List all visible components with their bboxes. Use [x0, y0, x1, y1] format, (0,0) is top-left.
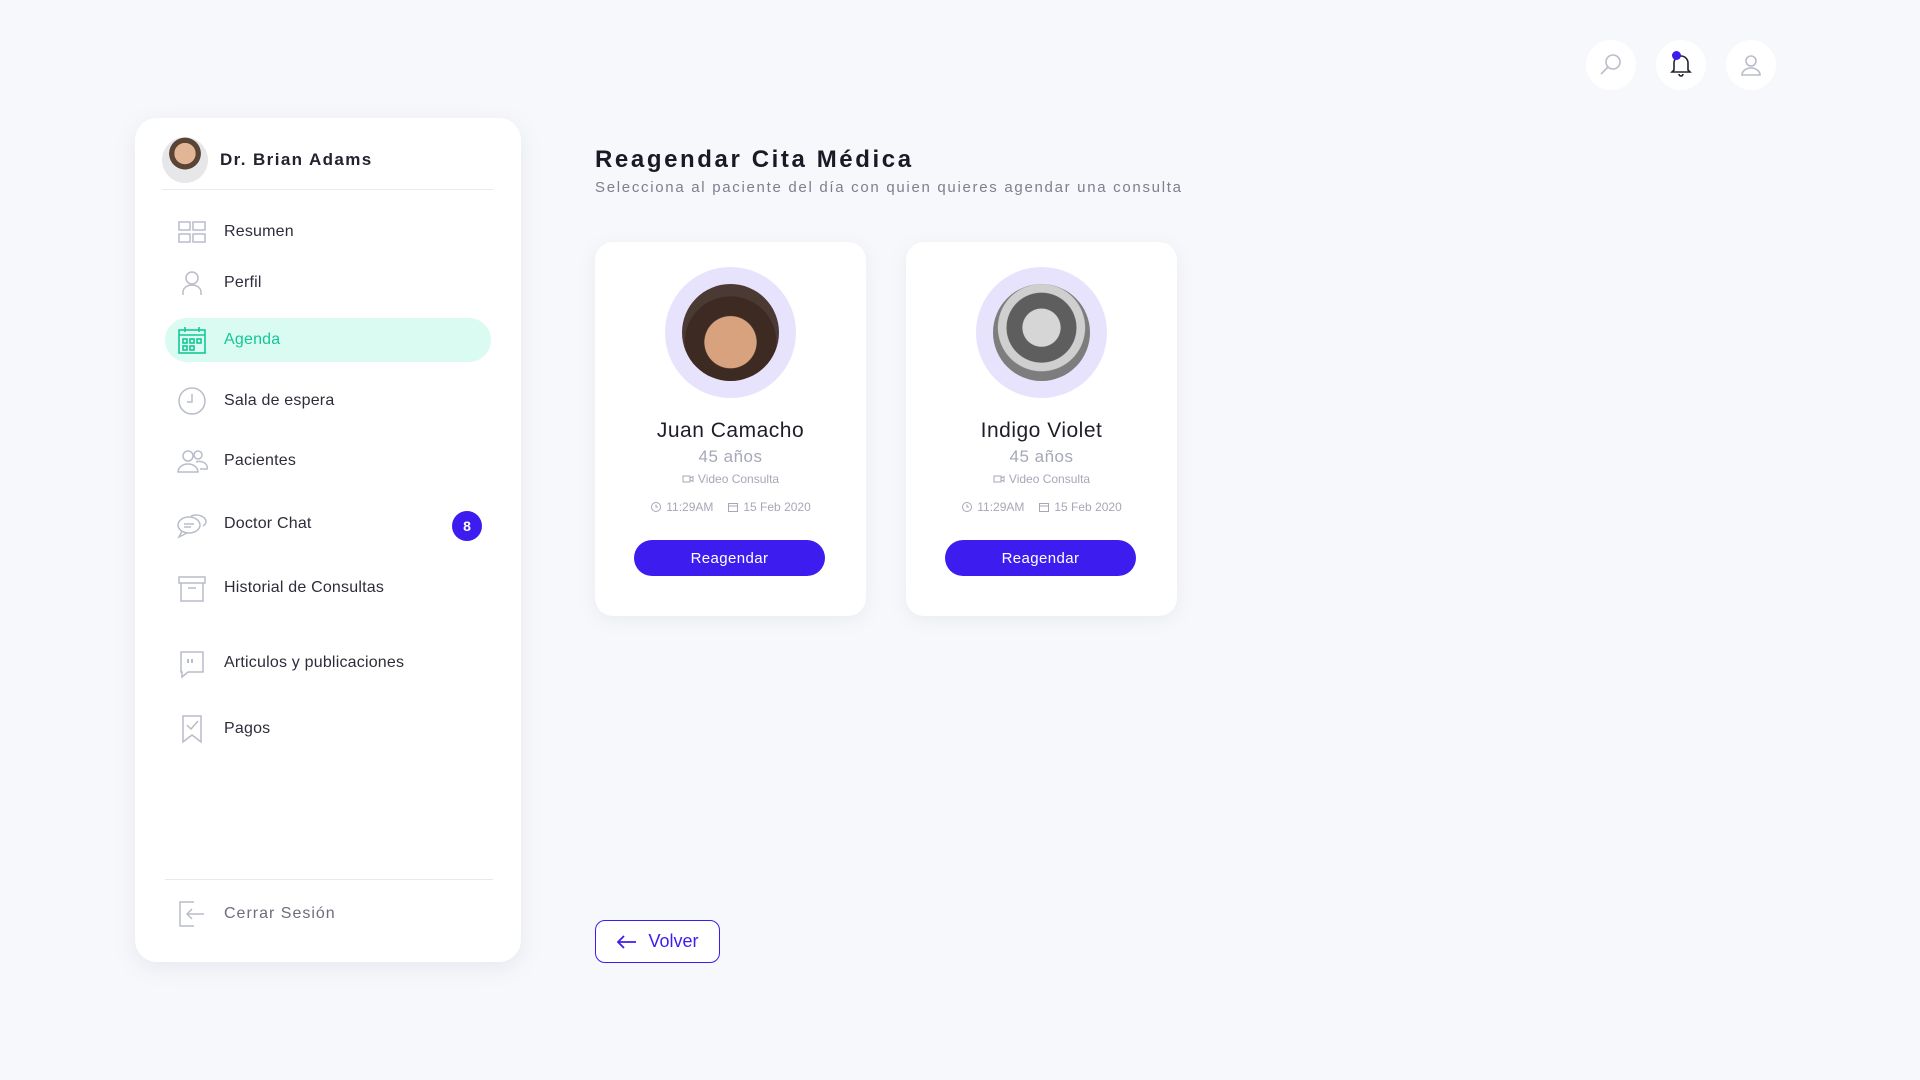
- arrow-left-icon: [617, 934, 637, 949]
- logout-icon: [176, 898, 208, 930]
- clock-icon: [651, 502, 662, 512]
- logout-label: Cerrar Sesión: [224, 905, 336, 922]
- sidebar-item-pagos[interactable]: Pagos: [165, 707, 491, 751]
- reschedule-button[interactable]: Reagendar: [634, 540, 825, 576]
- sidebar-item-label: Doctor Chat: [224, 515, 312, 532]
- reschedule-button[interactable]: Reagendar: [945, 540, 1136, 576]
- appointment-date-label: 15 Feb 2020: [743, 500, 811, 514]
- chat-count-badge: 8: [452, 511, 482, 541]
- patient-photo: [993, 284, 1090, 381]
- consult-type-label: Video Consulta: [697, 472, 780, 486]
- sidebar: Dr. Brian Adams Resumen Perfil Agenda Sa…: [135, 118, 521, 962]
- sidebar-item-label: Pagos: [224, 720, 271, 737]
- sidebar-item-articulos[interactable]: Articulos y publicaciones: [165, 641, 491, 685]
- sidebar-item-perfil[interactable]: Perfil: [165, 261, 491, 305]
- receipt-icon: [176, 713, 208, 745]
- notifications-button[interactable]: [1656, 40, 1706, 90]
- doctor-profile[interactable]: Dr. Brian Adams: [162, 130, 493, 190]
- notification-dot: [1672, 51, 1681, 60]
- search-icon: [1600, 54, 1621, 75]
- avatar: [162, 136, 208, 183]
- appointment-time-label: 11:29AM: [977, 500, 1025, 514]
- calendar-icon: [728, 503, 739, 512]
- appointment-time: 11:29AM: [650, 500, 713, 514]
- sidebar-item-resumen[interactable]: Resumen: [165, 210, 491, 254]
- patient-name: Indigo Violet: [980, 419, 1103, 442]
- clock-icon: [962, 502, 973, 512]
- clock-icon: [176, 385, 208, 417]
- dashboard-grid-icon: [176, 216, 208, 248]
- appointment-meta: 11:29AM 15 Feb 2020: [595, 500, 866, 514]
- sidebar-item-label: Historial de Consultas: [224, 579, 385, 596]
- chat-icon: [176, 508, 208, 540]
- sidebar-item-label: Sala de espera: [224, 392, 335, 409]
- appointment-time-label: 11:29AM: [666, 500, 714, 514]
- patient-card: Juan Camacho 45 años Video Consulta 11:2…: [595, 242, 866, 616]
- calendar-icon: [176, 324, 208, 356]
- consult-type: Video Consulta: [595, 472, 866, 486]
- sidebar-item-label: Perfil: [224, 274, 262, 291]
- appointment-meta: 11:29AM 15 Feb 2020: [906, 500, 1177, 514]
- back-label: Volver: [648, 931, 699, 951]
- quote-icon: [176, 647, 208, 679]
- back-button[interactable]: Volver: [595, 920, 720, 963]
- sidebar-item-label: Agenda: [224, 331, 281, 348]
- sidebar-item-label: Pacientes: [224, 452, 297, 469]
- doctor-name: Dr. Brian Adams: [220, 149, 373, 169]
- consult-type-label: Video Consulta: [1008, 472, 1091, 486]
- user-icon: [1741, 55, 1761, 76]
- user-icon: [176, 267, 208, 299]
- archive-icon: [176, 572, 208, 604]
- account-button[interactable]: [1726, 40, 1776, 90]
- calendar-icon: [1039, 503, 1050, 512]
- sidebar-item-doctor-chat[interactable]: Doctor Chat 8: [165, 502, 491, 546]
- sidebar-item-pacientes[interactable]: Pacientes: [165, 439, 491, 483]
- patient-avatar-ring: [976, 267, 1107, 398]
- sidebar-item-historial[interactable]: Historial de Consultas: [165, 566, 491, 610]
- users-icon: [176, 445, 208, 477]
- sidebar-item-agenda[interactable]: Agenda: [165, 318, 491, 362]
- sidebar-item-label: Resumen: [224, 223, 294, 240]
- patient-age: 45 años: [1009, 447, 1074, 466]
- video-icon: [682, 475, 694, 483]
- appointment-date-label: 15 Feb 2020: [1054, 500, 1122, 514]
- logout-button[interactable]: Cerrar Sesión: [165, 892, 336, 936]
- page-subtitle: Selecciona al paciente del día con quien…: [595, 179, 1183, 196]
- consult-type: Video Consulta: [906, 472, 1177, 486]
- patient-card: Indigo Violet 45 años Video Consulta 11:…: [906, 242, 1177, 616]
- patient-avatar-ring: [665, 267, 796, 398]
- appointment-date: 15 Feb 2020: [1038, 500, 1122, 514]
- patient-photo: [682, 284, 779, 381]
- patient-age: 45 años: [698, 447, 763, 466]
- page-title: Reagendar Cita Médica: [595, 146, 914, 173]
- video-icon: [993, 475, 1005, 483]
- search-button[interactable]: [1586, 40, 1636, 90]
- sidebar-item-label: Articulos y publicaciones: [224, 654, 405, 671]
- appointment-date: 15 Feb 2020: [727, 500, 811, 514]
- patient-name: Juan Camacho: [656, 419, 805, 442]
- sidebar-divider: [165, 879, 493, 880]
- top-actions: [1586, 40, 1776, 90]
- appointment-time: 11:29AM: [961, 500, 1024, 514]
- sidebar-item-sala-de-espera[interactable]: Sala de espera: [165, 379, 491, 423]
